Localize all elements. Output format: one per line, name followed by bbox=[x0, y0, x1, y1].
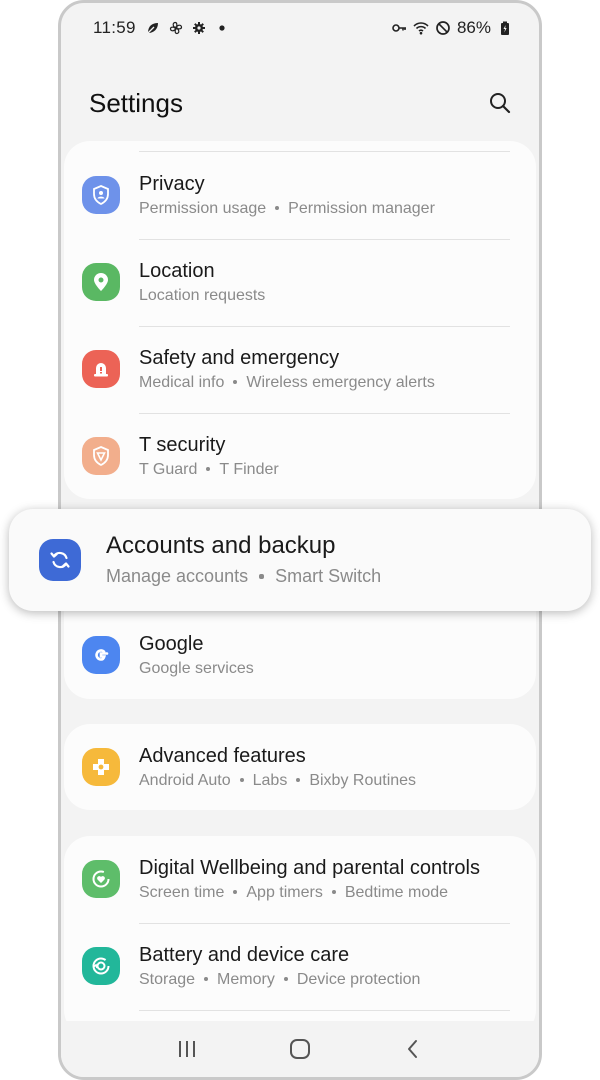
navigation-bar bbox=[61, 1021, 539, 1077]
dot-icon bbox=[215, 21, 229, 35]
settings-item-advanced-features[interactable]: Advanced features Android Auto Labs Bixby … bbox=[64, 724, 536, 811]
settings-item-t-security[interactable]: T security T Guard T Finder bbox=[64, 413, 536, 500]
settings-item-privacy[interactable]: Privacy Permission usage Permission manag… bbox=[64, 152, 536, 239]
home-button[interactable] bbox=[280, 1029, 320, 1069]
item-title: Location bbox=[139, 260, 215, 282]
do-not-disturb-icon bbox=[435, 20, 451, 36]
app-header: Settings bbox=[89, 83, 515, 123]
fan-icon bbox=[169, 21, 183, 35]
settings-card-security: Privacy Permission usage Permission manag… bbox=[64, 141, 536, 499]
item-title: Google bbox=[139, 633, 204, 655]
back-icon bbox=[407, 1040, 417, 1058]
google-icon bbox=[82, 636, 120, 674]
item-subtitle: Storage Memory Device protection bbox=[139, 971, 421, 988]
gear-icon bbox=[192, 21, 206, 35]
recent-apps-button[interactable] bbox=[167, 1029, 207, 1069]
item-subtitle: Location requests bbox=[139, 287, 266, 304]
t-security-icon bbox=[82, 437, 120, 475]
item-title: Safety and emergency bbox=[139, 347, 340, 369]
settings-item-accounts-backup[interactable]: Accounts and backup Manage accounts Smart… bbox=[9, 509, 591, 611]
settings-item-location[interactable]: Location Location requests bbox=[64, 239, 536, 326]
recent-apps-icon bbox=[179, 1041, 196, 1057]
status-time: 11:59 bbox=[93, 18, 136, 37]
device-care-icon bbox=[82, 947, 120, 985]
settings-card-wellbeing: Digital Wellbeing and parental controls … bbox=[64, 836, 536, 1036]
item-subtitle: Screen time App timers Bedtime mode bbox=[139, 884, 449, 901]
item-subtitle: Permission usage Permission manager bbox=[139, 200, 435, 217]
item-title: Privacy bbox=[139, 173, 205, 195]
emergency-alert-icon bbox=[82, 350, 120, 388]
privacy-shield-icon bbox=[82, 176, 120, 214]
item-subtitle: T Guard T Finder bbox=[139, 461, 279, 478]
item-title: T security bbox=[139, 434, 226, 456]
sync-icon bbox=[39, 539, 81, 581]
battery-percent: 86% bbox=[456, 18, 491, 37]
item-subtitle: Medical info Wireless emergency alerts bbox=[139, 374, 435, 391]
advanced-features-icon bbox=[82, 748, 120, 786]
item-subtitle: Manage accounts Smart Switch bbox=[106, 566, 382, 586]
settings-item-battery-device-care[interactable]: Battery and device care Storage Memory Dev… bbox=[64, 923, 536, 1010]
item-title: Advanced features bbox=[139, 745, 306, 767]
home-icon bbox=[289, 1039, 310, 1059]
page-title: Settings bbox=[89, 87, 183, 118]
location-pin-icon bbox=[82, 263, 120, 301]
settings-card-advanced: Advanced features Android Auto Labs Bixby … bbox=[64, 724, 536, 810]
item-title: Digital Wellbeing and parental controls bbox=[139, 857, 480, 879]
search-button[interactable] bbox=[485, 88, 515, 118]
item-subtitle: Android Auto Labs Bixby Routines bbox=[139, 772, 417, 789]
wifi-icon bbox=[413, 20, 429, 36]
key-icon bbox=[391, 20, 407, 36]
status-bar: 11:59 86% bbox=[61, 15, 539, 41]
settings-item-google[interactable]: Google Google services bbox=[64, 612, 536, 699]
search-icon bbox=[490, 93, 511, 114]
settings-item-digital-wellbeing[interactable]: Digital Wellbeing and parental controls … bbox=[64, 836, 536, 923]
leaf-icon bbox=[146, 21, 160, 35]
item-title: Battery and device care bbox=[139, 944, 350, 966]
battery-icon bbox=[497, 20, 513, 36]
settings-item-safety-emergency[interactable]: Safety and emergency Medical info Wireles… bbox=[64, 326, 536, 413]
back-button[interactable] bbox=[393, 1029, 433, 1069]
item-title: Accounts and backup bbox=[106, 532, 336, 559]
wellbeing-heart-icon bbox=[82, 860, 120, 898]
item-subtitle: Google services bbox=[139, 660, 254, 677]
